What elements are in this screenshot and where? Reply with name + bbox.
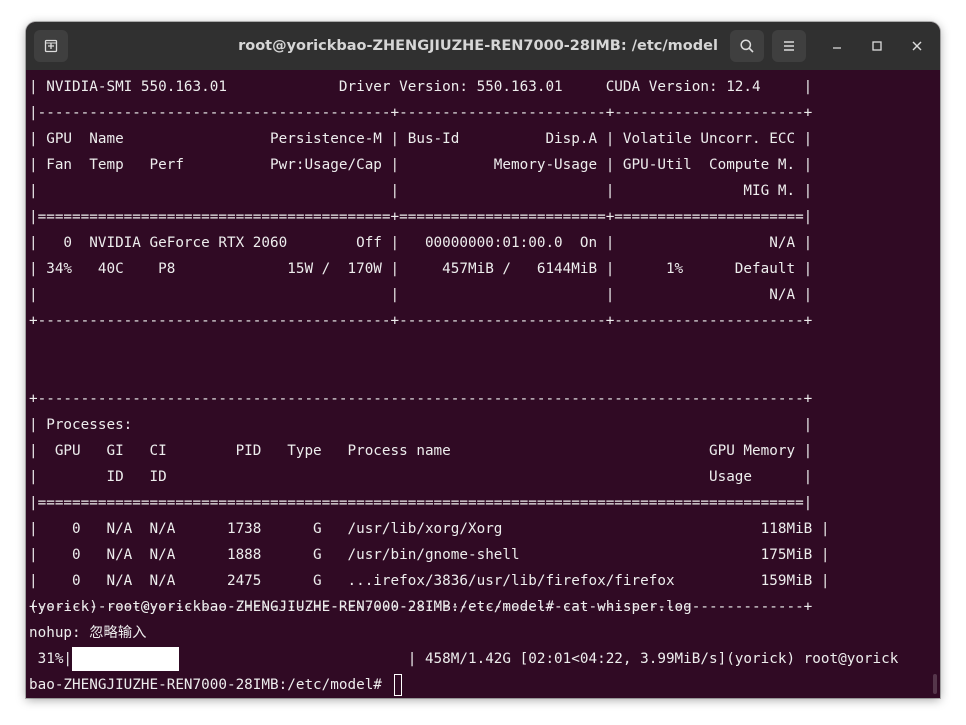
new-tab-icon bbox=[44, 39, 58, 53]
window-title: root@yorickbao-ZHENGJIUZHE-REN7000-28IMB… bbox=[238, 38, 718, 54]
processes-double-separator: |=======================================… bbox=[29, 495, 813, 511]
process-row: | 0 N/A N/A 1738 G /usr/lib/xorg/Xorg 11… bbox=[29, 521, 830, 537]
shell-prompt: bao-ZHENGJIUZHE-REN7000-28IMB:/etc/model… bbox=[29, 677, 391, 693]
terminal-window: root@yorickbao-ZHENGJIUZHE-REN7000-28IMB… bbox=[26, 22, 940, 698]
maximize-icon bbox=[872, 41, 882, 51]
menu-button[interactable] bbox=[772, 30, 806, 62]
progress-line: 31%| | 458M/1.42G [02:01<04:22, 3.99MiB/… bbox=[29, 651, 899, 667]
process-row: | 0 N/A N/A 2475 G ...irefox/3836/usr/li… bbox=[29, 573, 830, 589]
new-tab-button[interactable] bbox=[34, 30, 68, 62]
gpu-row-3: | | | N/A | bbox=[29, 287, 813, 303]
processes-header-row-1: | GPU GI CI PID Type Process name GPU Me… bbox=[29, 443, 813, 459]
processes-top-border: +---------------------------------------… bbox=[29, 391, 813, 407]
scrollbar[interactable] bbox=[931, 70, 937, 698]
shell-prompt-line: bao-ZHENGJIUZHE-REN7000-28IMB:/etc/model… bbox=[29, 672, 402, 698]
process-row: | 0 N/A N/A 1888 G /usr/bin/gnome-shell … bbox=[29, 547, 830, 563]
gpu-table-header-row-3: | | | MIG M. | bbox=[29, 183, 813, 199]
close-button[interactable] bbox=[900, 30, 934, 62]
text-cursor bbox=[394, 674, 402, 696]
minimize-button[interactable] bbox=[820, 30, 854, 62]
shell-command-line: (yorick) root@yorickbao-ZHENGJIUZHE-REN7… bbox=[29, 599, 692, 615]
processes-title: | Processes: | bbox=[29, 417, 813, 433]
minimize-icon bbox=[833, 47, 841, 49]
table-double-separator: |=======================================… bbox=[29, 209, 813, 225]
nvidia-smi-header: | NVIDIA-SMI 550.163.01 Driver Version: … bbox=[29, 79, 813, 95]
close-icon bbox=[912, 41, 922, 51]
terminal-output[interactable]: | NVIDIA-SMI 550.163.01 Driver Version: … bbox=[26, 70, 940, 698]
nohup-message: nohup: 忽略输入 bbox=[29, 625, 147, 641]
gpu-table-header-row-1: | GPU Name Persistence-M | Bus-Id Disp.A… bbox=[29, 131, 813, 147]
search-button[interactable] bbox=[730, 30, 764, 62]
maximize-button[interactable] bbox=[860, 30, 894, 62]
hamburger-menu-icon bbox=[784, 41, 794, 51]
table-separator: |---------------------------------------… bbox=[29, 105, 813, 121]
gpu-row-2: | 34% 40C P8 15W / 170W | 457MiB / 6144M… bbox=[29, 261, 813, 277]
search-icon bbox=[740, 39, 754, 53]
gpu-row-1: | 0 NVIDIA GeForce RTX 2060 Off | 000000… bbox=[29, 235, 813, 251]
table-bottom-border: +---------------------------------------… bbox=[29, 313, 813, 329]
title-bar[interactable]: root@yorickbao-ZHENGJIUZHE-REN7000-28IMB… bbox=[26, 22, 940, 70]
gpu-table-header-row-2: | Fan Temp Perf Pwr:Usage/Cap | Memory-U… bbox=[29, 157, 813, 173]
scrollbar-thumb[interactable] bbox=[933, 674, 937, 694]
processes-header-row-2: | ID ID Usage | bbox=[29, 469, 813, 485]
